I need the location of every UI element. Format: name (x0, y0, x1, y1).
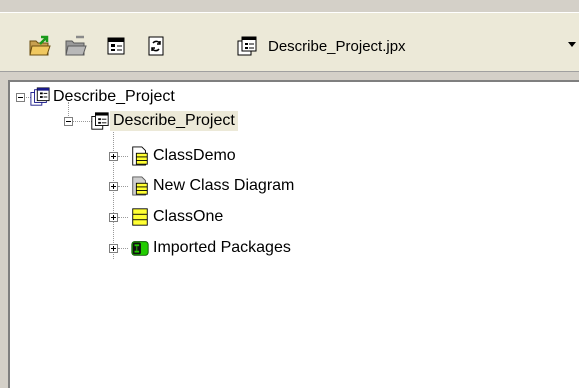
project-tree[interactable]: Describe_Project Describe_Project ClassD… (8, 80, 579, 388)
tree-connector (118, 217, 128, 219)
project-file-icon (91, 112, 109, 130)
project-file-icon (237, 36, 257, 56)
tree-node-class-demo[interactable]: ClassDemo (130, 145, 239, 167)
tree-connector (113, 129, 115, 259)
open-project-button[interactable] (28, 34, 52, 58)
open-folder-icon (29, 35, 51, 56)
tree-expand-toggle[interactable] (109, 213, 118, 222)
tree-node-label: Describe_Project (53, 88, 175, 105)
tree-node-label: New Class Diagram (153, 177, 295, 194)
tree-node-label: ClassOne (153, 208, 224, 225)
refresh-icon (148, 36, 164, 56)
refresh-button[interactable] (144, 34, 168, 58)
class-diagram-icon (132, 146, 148, 166)
package-icon (131, 241, 149, 256)
chevron-down-icon[interactable] (568, 42, 576, 47)
tree-collapse-toggle[interactable] (16, 93, 25, 102)
class-diagram-icon (132, 176, 148, 196)
tree-expand-toggle[interactable] (109, 244, 118, 253)
tree-connector (118, 186, 128, 188)
tree-expand-toggle[interactable] (109, 182, 118, 191)
tree-node-label: ClassDemo (153, 147, 236, 164)
tree-node-label: Describe_Project (110, 111, 238, 131)
project-selector-value: Describe_Project.jpx (268, 37, 406, 55)
tree-node-imported-packages[interactable]: Imported Packages (130, 237, 294, 259)
tree-collapse-toggle[interactable] (64, 117, 73, 126)
project-toolbar: Describe_Project.jpx (0, 12, 579, 72)
tree-connector (118, 156, 128, 158)
tree-node-project[interactable]: Describe_Project (90, 110, 238, 132)
class-icon (132, 208, 148, 226)
tree-node-new-class-diagram[interactable]: New Class Diagram (130, 175, 297, 197)
window-top-strip (0, 0, 579, 12)
tree-node-label: Imported Packages (153, 239, 291, 256)
project-properties-icon (107, 37, 125, 55)
close-project-button[interactable] (64, 34, 88, 58)
project-group-icon (30, 87, 50, 106)
project-selector[interactable]: Describe_Project.jpx (236, 34, 576, 58)
tree-node-root[interactable]: Describe_Project (30, 86, 178, 108)
project-properties-button[interactable] (104, 34, 128, 58)
tree-expand-toggle[interactable] (109, 152, 118, 161)
close-project-icon (65, 35, 87, 56)
tree-connector (118, 248, 128, 250)
tree-node-class-one[interactable]: ClassOne (130, 206, 226, 228)
